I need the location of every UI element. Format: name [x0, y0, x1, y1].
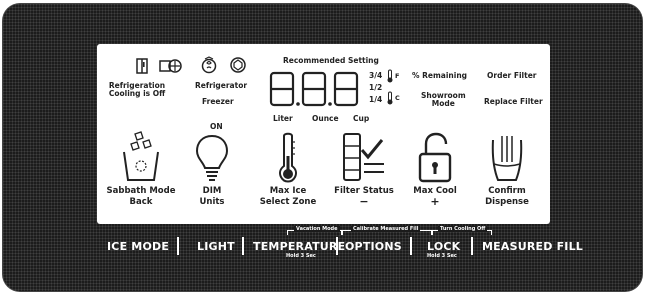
separator [242, 237, 244, 255]
lock-hold-label: Hold 3 Sec [427, 253, 457, 259]
liter-label: Liter [273, 114, 293, 123]
options-button[interactable]: OPTIONS [345, 240, 402, 253]
thermometer-small-icon [387, 91, 393, 105]
minus-label: − [359, 195, 369, 208]
unit-celsius: C [395, 94, 400, 102]
recommended-setting-label: Recommended Setting [283, 56, 379, 65]
fridge-door-icon [136, 58, 148, 74]
light-button[interactable]: LIGHT [197, 240, 235, 253]
ounce-label: Ounce [312, 114, 339, 123]
fraction-1-4: 1/4 [369, 95, 383, 104]
water-fill-icon [201, 56, 217, 74]
temperature-button[interactable]: TEMPERATURE [253, 240, 345, 253]
showroom-mode-label: Showroom Mode [421, 91, 466, 109]
cup-label: Cup [353, 114, 370, 123]
units-label: Units [199, 197, 225, 207]
vacation-mode-label: Vacation Mode [294, 226, 340, 232]
confirm-label: Confirm [488, 186, 526, 196]
seven-segment-digits [269, 71, 359, 107]
fraction-1-2: 1/2 [369, 83, 383, 92]
select-zone-label: Select Zone [259, 197, 317, 207]
light-bulb-icon [195, 134, 229, 181]
thermometer-small-icon [387, 69, 393, 83]
filter-status-icon [343, 133, 384, 181]
freezer-label: Freezer [202, 97, 234, 106]
dispense-label: Dispense [485, 197, 529, 207]
plus-label: + [430, 195, 440, 208]
ice-cycle-icon [230, 57, 246, 73]
sabbath-mode-label: Sabbath Mode [106, 186, 176, 196]
padlock-icon [418, 132, 452, 183]
refrigeration-cooling-off-label: Refrigeration Cooling is Off [108, 81, 166, 99]
fridge-fan-icon [159, 59, 182, 73]
lock-button[interactable]: LOCK [427, 240, 460, 253]
calibrate-fill-label: Calibrate Measured Fill [351, 226, 421, 232]
temperature-hold-label: Hold 3 Sec [286, 253, 316, 259]
separator [177, 237, 179, 255]
back-label: Back [129, 197, 153, 207]
glass-icon [491, 136, 523, 181]
thermometer-icon [279, 132, 297, 183]
ice-bucket-icon [123, 131, 159, 181]
unit-fahrenheit: F [395, 72, 400, 80]
turn-cooling-off-label: Turn Cooling Off [438, 226, 488, 232]
separator [336, 237, 338, 255]
order-filter-label: Order Filter [487, 71, 537, 80]
max-ice-label: Max Ice [269, 186, 307, 196]
ice-mode-button[interactable]: ICE MODE [107, 240, 169, 253]
percent-remaining-label: % Remaining [412, 71, 468, 80]
separator [410, 237, 412, 255]
display-area: Refrigeration Cooling is Off Refrigerato… [97, 44, 550, 224]
separator [471, 237, 473, 255]
measured-fill-button[interactable]: MEASURED FILL [482, 240, 583, 253]
dim-label: DIM [202, 186, 222, 196]
refrigerator-label: Refrigerator [195, 81, 248, 90]
on-label: ON [210, 122, 223, 131]
fraction-3-4: 3/4 [369, 71, 383, 80]
replace-filter-label: Replace Filter [484, 97, 543, 106]
